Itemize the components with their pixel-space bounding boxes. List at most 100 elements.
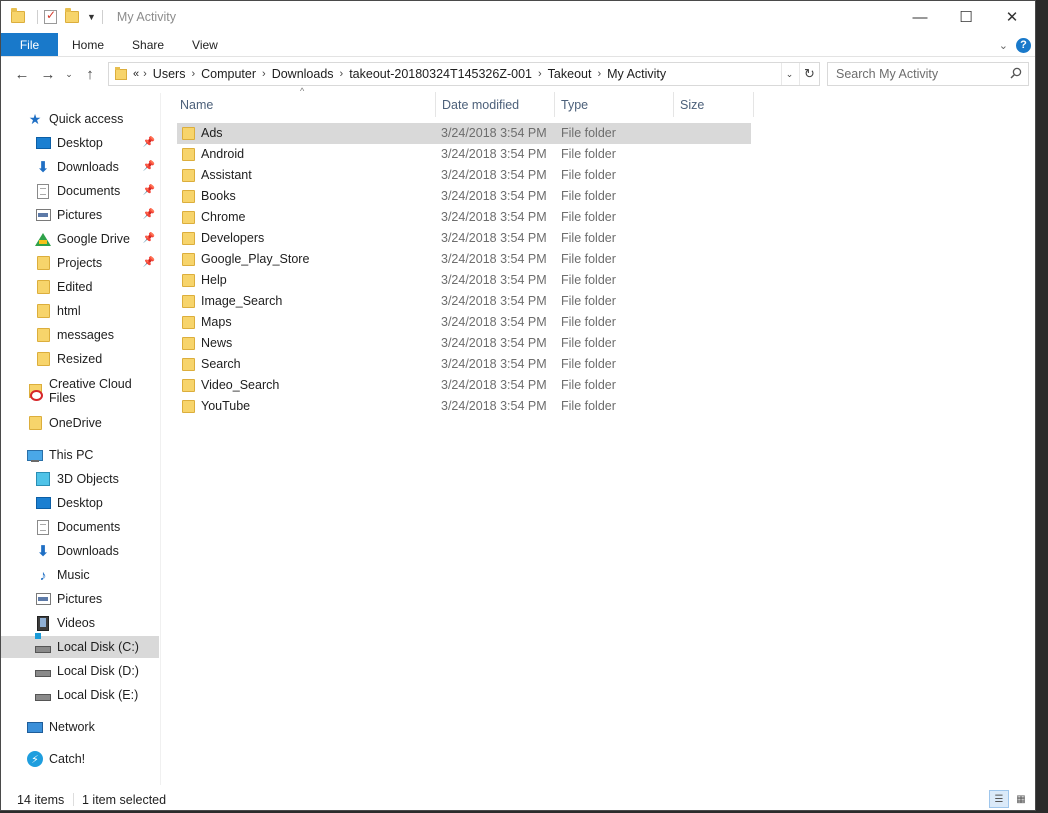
address-bar[interactable]: « › Users › Computer › Downloads › takeo… xyxy=(108,62,820,86)
nav-qa-desktop[interactable]: Desktop 📌 xyxy=(1,132,159,154)
nav-label: messages xyxy=(57,328,114,342)
file-type: File folder xyxy=(561,273,616,287)
nav-onedrive[interactable]: OneDrive xyxy=(1,412,159,434)
nav-qa-pictures[interactable]: Pictures 📌 xyxy=(1,204,159,226)
nav-qa-html[interactable]: html xyxy=(1,300,159,322)
column-header-date-modified[interactable]: Date modified xyxy=(436,92,555,117)
column-header-name[interactable]: Name xyxy=(174,92,436,117)
file-row-maps[interactable]: Maps 3/24/2018 3:54 PM File folder xyxy=(177,312,751,333)
nav-qa-downloads[interactable]: ⬇ Downloads 📌 xyxy=(1,156,159,178)
address-history-dropdown-icon[interactable]: ⌄ xyxy=(781,63,797,85)
breadcrumb-separator-icon[interactable]: › xyxy=(185,68,201,80)
column-header-type[interactable]: Type xyxy=(555,92,674,117)
recent-locations-dropdown-icon[interactable]: ⌄ xyxy=(61,61,77,87)
nav-network[interactable]: Network xyxy=(1,716,159,738)
breadcrumb-downloads[interactable]: Downloads xyxy=(272,67,334,81)
file-row-youtube[interactable]: YouTube 3/24/2018 3:54 PM File folder xyxy=(177,396,751,417)
pin-icon[interactable]: 📌 xyxy=(143,209,155,220)
file-row-android[interactable]: Android 3/24/2018 3:54 PM File folder xyxy=(177,144,751,165)
nav-pc-local-disk-c[interactable]: Local Disk (C:) xyxy=(1,636,159,658)
forward-arrow-icon[interactable]: → xyxy=(35,61,61,87)
folder-icon xyxy=(35,327,51,343)
breadcrumb-computer[interactable]: Computer xyxy=(201,67,256,81)
refresh-icon[interactable]: ↻ xyxy=(799,63,819,85)
tab-view[interactable]: View xyxy=(178,33,232,56)
tab-home[interactable]: Home xyxy=(58,33,118,56)
properties-icon[interactable] xyxy=(44,8,57,24)
nav-pc-pictures[interactable]: Pictures xyxy=(1,588,159,610)
breadcrumb-users[interactable]: Users xyxy=(153,67,186,81)
file-row-help[interactable]: Help 3/24/2018 3:54 PM File folder xyxy=(177,270,751,291)
breadcrumb-separator-icon[interactable]: › xyxy=(256,68,272,80)
search-input[interactable] xyxy=(836,67,1006,81)
large-icons-view-icon[interactable]: ▦ xyxy=(1011,790,1031,808)
tab-share[interactable]: Share xyxy=(118,33,178,56)
nav-label: Desktop xyxy=(57,496,103,510)
nav-qa-documents[interactable]: Documents 📌 xyxy=(1,180,159,202)
nav-catch[interactable]: ⚡ Catch! xyxy=(1,748,159,770)
file-row-image-search[interactable]: Image_Search 3/24/2018 3:54 PM File fold… xyxy=(177,291,751,312)
file-name: YouTube xyxy=(201,399,251,413)
maximize-button[interactable]: ☐ xyxy=(943,1,989,33)
file-type: File folder xyxy=(561,357,616,371)
file-row-chrome[interactable]: Chrome 3/24/2018 3:54 PM File folder xyxy=(177,207,751,228)
breadcrumb-separator-icon[interactable]: › xyxy=(334,68,350,80)
nav-pc-desktop[interactable]: Desktop xyxy=(1,492,159,514)
breadcrumb-takeout[interactable]: Takeout xyxy=(548,67,592,81)
pin-icon[interactable]: 📌 xyxy=(143,185,155,196)
minimize-button[interactable]: — xyxy=(897,1,943,33)
file-name: Developers xyxy=(201,231,265,245)
search-box[interactable] xyxy=(827,62,1029,86)
pin-icon[interactable]: 📌 xyxy=(143,137,155,148)
folder-icon[interactable] xyxy=(11,8,25,23)
nav-qa-google-drive[interactable]: Google Drive 📌 xyxy=(1,228,159,250)
breadcrumb-separator-icon[interactable]: › xyxy=(532,68,548,80)
nav-label: Catch! xyxy=(49,752,86,766)
file-row-search[interactable]: Search 3/24/2018 3:54 PM File folder xyxy=(177,354,751,375)
file-row-news[interactable]: News 3/24/2018 3:54 PM File folder xyxy=(177,333,751,354)
details-view-icon[interactable]: ☰ xyxy=(989,790,1009,808)
nav-qa-messages[interactable]: messages xyxy=(1,324,159,346)
up-arrow-icon[interactable]: ↑ xyxy=(77,61,103,87)
nav-pc-videos[interactable]: Videos xyxy=(1,612,159,634)
back-arrow-icon[interactable]: ← xyxy=(9,61,35,87)
file-name: Maps xyxy=(201,315,232,329)
nav-pc-3d-objects[interactable]: 3D Objects xyxy=(1,468,159,490)
file-row-video-search[interactable]: Video_Search 3/24/2018 3:54 PM File fold… xyxy=(177,375,751,396)
pin-icon[interactable]: 📌 xyxy=(143,257,155,268)
pin-icon[interactable]: 📌 xyxy=(143,233,155,244)
tab-file[interactable]: File xyxy=(1,33,58,56)
nav-quick-access[interactable]: ★ Quick access xyxy=(1,108,159,130)
breadcrumb-takeout-archive[interactable]: takeout-20180324T145326Z-001 xyxy=(349,67,532,81)
nav-qa-edited[interactable]: Edited xyxy=(1,276,159,298)
nav-pc-music[interactable]: ♪ Music xyxy=(1,564,159,586)
folder-icon xyxy=(182,400,195,413)
breadcrumb-my-activity[interactable]: My Activity xyxy=(607,67,666,81)
nav-qa-projects[interactable]: Projects 📌 xyxy=(1,252,159,274)
file-row-google-play-store[interactable]: Google_Play_Store 3/24/2018 3:54 PM File… xyxy=(177,249,751,270)
file-row-developers[interactable]: Developers 3/24/2018 3:54 PM File folder xyxy=(177,228,751,249)
file-row-ads[interactable]: Ads 3/24/2018 3:54 PM File folder xyxy=(177,123,751,144)
nav-this-pc[interactable]: This PC xyxy=(1,444,159,466)
pin-icon[interactable]: 📌 xyxy=(143,161,155,172)
file-row-books[interactable]: Books 3/24/2018 3:54 PM File folder xyxy=(177,186,751,207)
breadcrumb-separator-icon[interactable]: › xyxy=(591,68,607,80)
close-button[interactable]: ✕ xyxy=(989,1,1035,33)
breadcrumb-separator-icon[interactable]: › xyxy=(139,68,153,80)
nav-creative-cloud-files[interactable]: Creative Cloud Files xyxy=(1,377,159,405)
customize-toolbar-dropdown-icon[interactable]: ▼ xyxy=(87,12,96,22)
nav-label: Downloads xyxy=(57,544,119,558)
nav-pc-local-disk-e[interactable]: Local Disk (E:) xyxy=(1,684,159,706)
search-icon[interactable] xyxy=(1010,67,1022,79)
nav-pc-documents[interactable]: Documents xyxy=(1,516,159,538)
file-row-assistant[interactable]: Assistant 3/24/2018 3:54 PM File folder xyxy=(177,165,751,186)
folder-icon xyxy=(182,253,195,266)
help-icon[interactable]: ? xyxy=(1016,37,1031,53)
nav-pc-local-disk-d[interactable]: Local Disk (D:) xyxy=(1,660,159,682)
expand-ribbon-chevron-icon[interactable]: ⌄ xyxy=(999,39,1008,52)
column-header-size[interactable]: Size xyxy=(674,92,754,117)
nav-pc-downloads[interactable]: ⬇ Downloads xyxy=(1,540,159,562)
nav-qa-resized[interactable]: Resized xyxy=(1,348,159,370)
folder-icon xyxy=(182,295,195,308)
new-folder-icon[interactable] xyxy=(65,8,79,23)
